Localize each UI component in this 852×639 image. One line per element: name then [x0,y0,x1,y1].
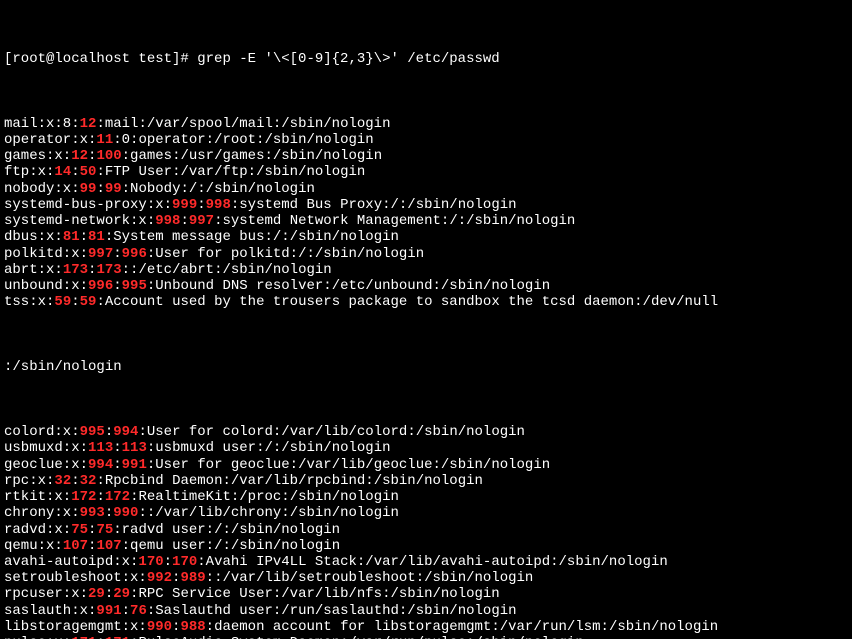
output-row: dbus:x:81:81:System message bus:/:/sbin/… [4,229,848,245]
output-row: qemu:x:107:107:qemu user:/:/sbin/nologin [4,538,848,554]
output-row: usbmuxd:x:113:113:usbmuxd user:/:/sbin/n… [4,440,848,456]
output-row: rpcuser:x:29:29:RPC Service User:/var/li… [4,586,848,602]
prompt-prefix: [root@localhost test]# [4,51,197,67]
match-highlight: 170 [172,554,197,570]
output-row: rpc:x:32:32:Rpcbind Daemon:/var/lib/rpcb… [4,473,848,489]
output-row: pulse:x:171:171:PulseAudio System Daemon… [4,635,848,639]
match-highlight: 988 [180,619,205,635]
output-row: chrony:x:993:990::/var/lib/chrony:/sbin/… [4,505,848,521]
match-highlight: 59 [80,294,97,310]
grep-output-block-2: colord:x:995:994:User for colord:/var/li… [4,424,848,639]
match-highlight: 113 [122,440,147,456]
match-highlight: 113 [88,440,113,456]
match-highlight: 29 [88,586,105,602]
match-highlight: 170 [138,554,163,570]
match-highlight: 996 [122,246,147,262]
match-highlight: 995 [80,424,105,440]
output-row: operator:x:11:0:operator:/root:/sbin/nol… [4,132,848,148]
output-row: colord:x:995:994:User for colord:/var/li… [4,424,848,440]
command-1: grep -E '\<[0-9]{2,3}\>' /etc/passwd [197,51,499,67]
match-highlight: 12 [80,116,97,132]
match-highlight: 990 [147,619,172,635]
match-highlight: 994 [113,424,138,440]
output-row: polkitd:x:997:996:User for polkitd:/:/sb… [4,246,848,262]
wrapped-tail: :/sbin/nologin [4,359,848,375]
match-highlight: 989 [180,570,205,586]
match-highlight: 998 [155,213,180,229]
output-row: rtkit:x:172:172:RealtimeKit:/proc:/sbin/… [4,489,848,505]
output-row: radvd:x:75:75:radvd user:/:/sbin/nologin [4,522,848,538]
match-highlight: 107 [96,538,121,554]
match-highlight: 50 [80,164,97,180]
match-highlight: 59 [54,294,71,310]
output-row: nobody:x:99:99:Nobody:/:/sbin/nologin [4,181,848,197]
match-highlight: 75 [71,522,88,538]
match-highlight: 11 [96,132,113,148]
match-highlight: 171 [71,635,96,639]
match-highlight: 99 [105,181,122,197]
match-highlight: 993 [80,505,105,521]
grep-output-block-1: mail:x:8:12:mail:/var/spool/mail:/sbin/n… [4,116,848,311]
match-highlight: 992 [147,570,172,586]
output-row: mail:x:8:12:mail:/var/spool/mail:/sbin/n… [4,116,848,132]
output-row: abrt:x:173:173::/etc/abrt:/sbin/nologin [4,262,848,278]
match-highlight: 32 [80,473,97,489]
match-highlight: 171 [105,635,130,639]
output-row: unbound:x:996:995:Unbound DNS resolver:/… [4,278,848,294]
match-highlight: 12 [71,148,88,164]
match-highlight: 991 [122,457,147,473]
match-highlight: 998 [206,197,231,213]
match-highlight: 994 [88,457,113,473]
match-highlight: 76 [130,603,147,619]
match-highlight: 32 [54,473,71,489]
match-highlight: 29 [113,586,130,602]
output-row: ftp:x:14:50:FTP User:/var/ftp:/sbin/nolo… [4,164,848,180]
match-highlight: 173 [96,262,121,278]
match-highlight: 107 [63,538,88,554]
match-highlight: 173 [63,262,88,278]
match-highlight: 991 [96,603,121,619]
output-row: libstoragemgmt:x:990:988:daemon account … [4,619,848,635]
match-highlight: 14 [54,164,71,180]
match-highlight: 997 [88,246,113,262]
match-highlight: 990 [113,505,138,521]
output-row: avahi-autoipd:x:170:170:Avahi IPv4LL Sta… [4,554,848,570]
output-row: setroubleshoot:x:992:989::/var/lib/setro… [4,570,848,586]
output-row: systemd-bus-proxy:x:999:998:systemd Bus … [4,197,848,213]
match-highlight: 172 [71,489,96,505]
output-row: saslauth:x:991:76:Saslauthd user:/run/sa… [4,603,848,619]
match-highlight: 172 [105,489,130,505]
match-highlight: 996 [88,278,113,294]
match-highlight: 75 [96,522,113,538]
match-highlight: 995 [122,278,147,294]
match-highlight: 997 [189,213,214,229]
match-highlight: 81 [63,229,80,245]
output-row: games:x:12:100:games:/usr/games:/sbin/no… [4,148,848,164]
terminal[interactable]: [root@localhost test]# grep -E '\<[0-9]{… [0,0,852,639]
match-highlight: 100 [96,148,121,164]
output-row: systemd-network:x:998:997:systemd Networ… [4,213,848,229]
match-highlight: 99 [80,181,97,197]
match-highlight: 81 [88,229,105,245]
output-row: geoclue:x:994:991:User for geoclue:/var/… [4,457,848,473]
output-row: tss:x:59:59:Account used by the trousers… [4,294,848,310]
match-highlight: 999 [172,197,197,213]
prompt-line-1: [root@localhost test]# grep -E '\<[0-9]{… [4,51,848,67]
